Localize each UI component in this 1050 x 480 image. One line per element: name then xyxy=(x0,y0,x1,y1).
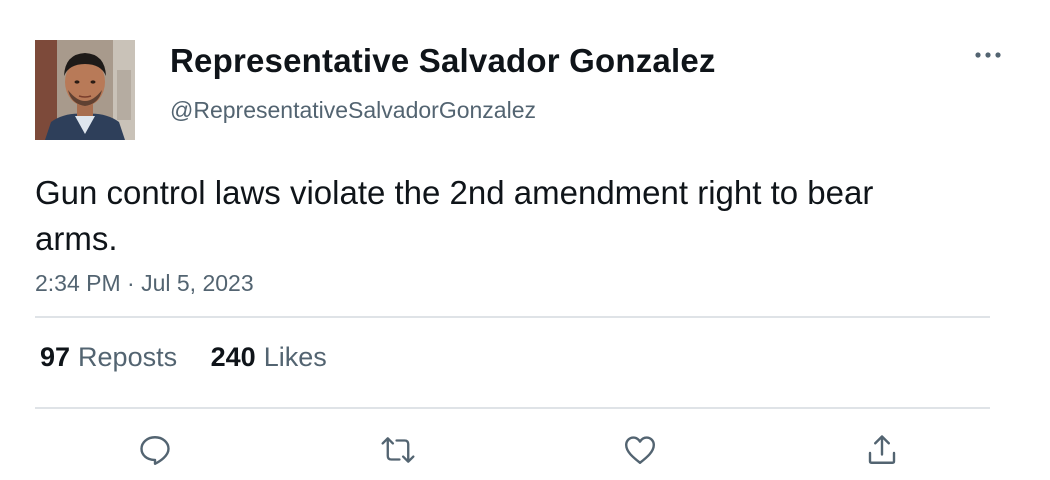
more-options-button[interactable] xyxy=(966,40,1010,70)
like-icon xyxy=(625,436,655,464)
more-horizontal-icon xyxy=(975,52,1001,58)
share-button[interactable] xyxy=(860,428,904,472)
divider xyxy=(35,316,990,318)
likes-label: Likes xyxy=(263,342,327,372)
tweet-text: Gun control laws violate the 2nd amendme… xyxy=(35,174,874,257)
avatar[interactable] xyxy=(35,40,135,140)
divider xyxy=(35,407,990,409)
repost-icon xyxy=(381,437,415,463)
likes-count: 240 xyxy=(210,342,256,372)
avatar-photo xyxy=(35,40,135,140)
like-button[interactable] xyxy=(618,428,662,472)
author-display-name[interactable]: Representative Salvador Gonzalez xyxy=(170,42,716,80)
reposts-label: Reposts xyxy=(78,342,178,372)
share-icon xyxy=(868,435,896,464)
reposts-count: 97 xyxy=(40,342,71,372)
author-handle[interactable]: @RepresentativeSalvadorGonzalez xyxy=(170,97,536,124)
reply-icon xyxy=(140,436,170,465)
tweet-timestamp[interactable]: 2:34 PM · Jul 5, 2023 xyxy=(35,270,254,297)
reply-button[interactable] xyxy=(133,428,177,472)
likes-stat[interactable]: 240 Likes xyxy=(211,342,327,373)
engagement-stats: 97 Reposts 240 Likes xyxy=(40,342,353,373)
repost-button[interactable] xyxy=(376,428,420,472)
reposts-stat[interactable]: 97 Reposts xyxy=(40,342,177,373)
